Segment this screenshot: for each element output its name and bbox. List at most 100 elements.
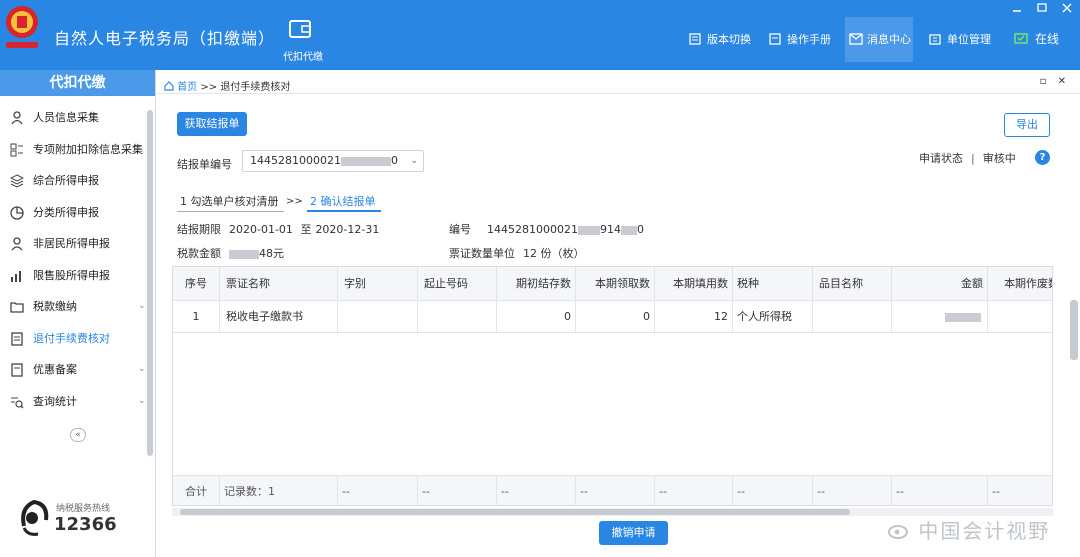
report-number-value: 1445281000021 [250, 154, 341, 167]
scrollbar-thumb[interactable] [180, 509, 850, 515]
close-tab-icon[interactable]: ✕ [1058, 76, 1066, 87]
sidebar-item-special-deduction[interactable]: 专项附加扣除信息采集 [0, 134, 155, 166]
hotline-headset-icon [21, 499, 49, 536]
footer-cell: -- [497, 476, 576, 505]
home-icon [164, 81, 174, 91]
tab-step-2[interactable]: 2 确认结报单 [307, 191, 381, 212]
number-label: 编号 [449, 223, 471, 236]
grid-icon [10, 143, 23, 156]
sidebar-item-label: 限售股所得申报 [33, 268, 110, 282]
restore-tab-icon[interactable]: ▫ [1040, 76, 1047, 87]
footer-record-count: 记录数：1 [220, 476, 338, 505]
cell-number-range [418, 301, 497, 332]
sidebar-item-label: 专项附加扣除信息采集 [33, 142, 143, 156]
footer-cell: -- [733, 476, 813, 505]
sidebar-item-label: 人员信息采集 [33, 111, 99, 124]
wallet-icon [289, 20, 311, 38]
cell-opening-stock: 0 [497, 301, 576, 332]
watermark: 中国会计视野 [888, 515, 1050, 544]
tax-amount-suffix: 48元 [259, 247, 284, 260]
redacted-mask [577, 225, 600, 235]
sidebar-item-preferential-filing[interactable]: 优惠备案 ⌄ [0, 354, 155, 386]
redacted-mask [340, 156, 391, 166]
window-controls [1002, 3, 1074, 16]
cancel-application-button[interactable]: 撤销申请 [599, 521, 668, 545]
pie-icon [10, 205, 24, 220]
report-table: 序号 票证名称 字别 起止号码 期初结存数 本期领取数 本期填用数 税种 品目名… [172, 266, 1053, 506]
footer-cell: -- [813, 476, 892, 505]
sidebar-item-label: 税款缴纳 [33, 300, 77, 313]
sidebar-item-label: 非居民所得申报 [33, 237, 110, 250]
table-footer-row: 合计 记录数：1 -- -- -- -- -- -- -- -- -- [173, 475, 1052, 505]
sidebar-item-tax-payment[interactable]: 税款缴纳 ⌄ [0, 291, 155, 323]
folder-icon [10, 302, 24, 313]
help-icon[interactable]: ? [1035, 150, 1050, 165]
number-prefix: 1445281000021 [487, 223, 578, 236]
tax-amount-field: 税款金额 48元 [177, 245, 284, 261]
col-header: 期初结存数 [497, 267, 576, 300]
ticket-unit-label: 票证数量单位 [449, 247, 515, 260]
nav-label: 单位管理 [947, 33, 991, 46]
number-mid: 914 [599, 223, 621, 236]
mail-icon [849, 33, 863, 45]
sidebar-item-comprehensive-income[interactable]: 综合所得申报 [0, 165, 155, 197]
breadcrumb-home-link[interactable]: 首页 [177, 82, 197, 93]
version-icon [689, 33, 701, 45]
footer-cell: -- [892, 476, 988, 505]
status-separator: | [971, 152, 975, 165]
report-number-select[interactable]: 1445281000021 0 ⌄ [242, 150, 424, 172]
layers-icon [10, 174, 24, 188]
report-number-label: 结报单编号 [177, 158, 232, 171]
nav-label: 版本切换 [707, 33, 751, 46]
table-row[interactable]: 1 税收电子缴款书 0 0 12 个人所得税 [173, 301, 1052, 333]
sidebar-item-classified-income[interactable]: 分类所得申报 [0, 197, 155, 229]
status-value: 审核中 [982, 152, 1016, 165]
maximize-icon[interactable] [1037, 3, 1049, 13]
application-status: 申请状态 | 审核中 [919, 150, 1016, 166]
cell-received: 0 [576, 301, 655, 332]
export-button[interactable]: 导出 [1004, 113, 1050, 137]
watermark-text: 中国会计视野 [918, 519, 1051, 543]
sidebar-item-query-stats[interactable]: 查询统计 ⌄ [0, 386, 155, 418]
tab-step-1[interactable]: 1 勾选单户核对清册 [177, 191, 284, 212]
footer-cell: -- [576, 476, 655, 505]
file-icon [11, 363, 23, 377]
withholding-tile[interactable]: 代扣代缴 [268, 0, 338, 70]
minimize-icon[interactable] [1012, 3, 1024, 13]
person-icon [11, 111, 23, 125]
tab-controls: ▫ ✕ [1040, 76, 1066, 87]
sidebar-item-label: 优惠备案 [33, 363, 77, 376]
nav-label: 在线 [1035, 32, 1060, 46]
sidebar-title: 代扣代缴 [0, 70, 155, 96]
nav-message-center[interactable]: 消息中心 [845, 17, 913, 62]
page-vertical-scrollbar[interactable] [1070, 300, 1078, 360]
col-header: 序号 [173, 267, 220, 300]
footer-total-label: 合计 [173, 476, 220, 505]
app-title: 自然人电子税务局（扣缴端） [54, 29, 276, 48]
chevron-down-icon: ⌄ [138, 364, 146, 374]
collapse-sidebar-button[interactable]: « [70, 428, 86, 442]
footer-cell: -- [655, 476, 733, 505]
cell-word [338, 301, 418, 332]
tax-amount-label: 税款金额 [177, 247, 221, 260]
col-header: 本期作废数 [988, 267, 1052, 300]
footer-cell: -- [418, 476, 497, 505]
number-field: 编号 1445281000021 914 0 [449, 221, 644, 237]
sidebar-item-personnel-info[interactable]: 人员信息采集 [0, 102, 155, 134]
cell-used: 12 [655, 301, 733, 332]
close-icon[interactable] [1062, 3, 1074, 13]
chevron-down-icon: ⌄ [410, 156, 418, 166]
fetch-report-button[interactable]: 获取结报单 [177, 112, 247, 136]
footer-cell: -- [988, 476, 1052, 505]
cell-index: 1 [173, 301, 220, 332]
period-to-label: 至 [300, 223, 312, 236]
sidebar-item-fee-refund-check[interactable]: 退付手续费核对 [0, 323, 155, 355]
sidebar-item-restricted-stock[interactable]: 限售股所得申报 [0, 260, 155, 292]
sidebar-item-nonresident-income[interactable]: 非居民所得申报 [0, 228, 155, 260]
col-header: 金额 [892, 267, 988, 300]
breadcrumb-bar: 首页 >> 退付手续费核对 ▫ ✕ [157, 74, 1080, 94]
redacted-mask [229, 249, 259, 259]
cell-voided [988, 301, 1052, 332]
sidebar-scrollbar[interactable] [147, 110, 153, 456]
sidebar-item-label: 退付手续费核对 [33, 331, 110, 345]
